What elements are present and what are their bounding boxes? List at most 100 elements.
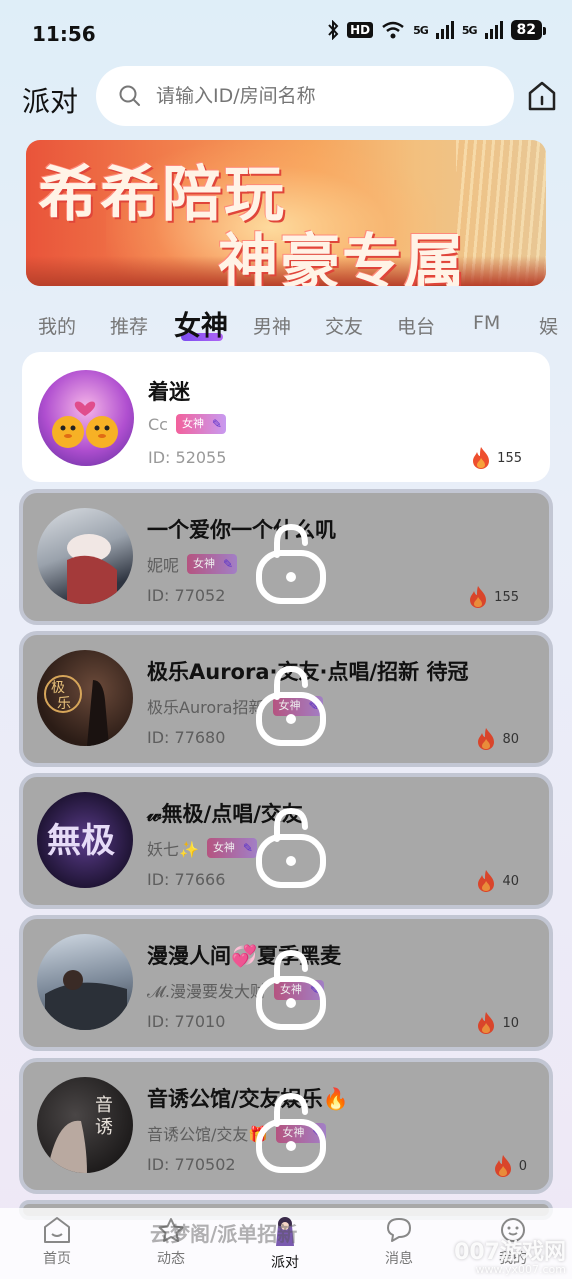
room-id: ID: 77010 — [147, 1012, 226, 1031]
girl-photo-image — [67, 534, 117, 604]
page-title: 派对 — [22, 85, 79, 118]
flame-icon — [473, 447, 490, 469]
heat-count: 0 — [518, 1158, 527, 1174]
watermark: 007游戏网 www.yx007.com — [454, 1240, 566, 1276]
nav-label: 动态 — [157, 1251, 185, 1267]
room-heat: 0 — [493, 1154, 527, 1178]
home-icon — [44, 1217, 70, 1243]
goddess-badge: 女神 — [187, 554, 238, 574]
tab-radio[interactable]: 电台 — [397, 312, 435, 339]
room-card-locked[interactable]: 极乐 极乐Aurora·交友·点唱/招新 待冠 极乐Aurora招新 女神 ID… — [19, 631, 553, 767]
goddess-badge: 女神 — [206, 838, 257, 858]
promo-banner[interactable]: 希希陪玩 神豪专属 — [26, 140, 546, 286]
room-card-locked[interactable]: 音诱 音诱公馆/交友娱乐🔥 音诱公馆/交友🎁 女神 ID: 770502 0 — [19, 1058, 553, 1194]
flame-icon — [478, 728, 495, 750]
room-id: ID: 77052 — [147, 586, 226, 605]
tab-friends[interactable]: 交友 — [325, 312, 363, 339]
room-host: Cc 女神 — [148, 414, 226, 434]
nav-label: 消息 — [385, 1251, 413, 1267]
tab-god[interactable]: 男神 — [253, 312, 291, 339]
status-icons: HD 5G 5G 82 — [327, 20, 547, 40]
status-bar: 11:56 HD 5G 5G 82 — [0, 0, 572, 66]
heat-count: 10 — [502, 1015, 519, 1031]
status-time: 11:56 — [32, 22, 96, 46]
tab-entertainment[interactable]: 娱 — [539, 312, 558, 339]
flame-icon — [478, 1012, 495, 1034]
tab-goddess[interactable]: 女神 — [174, 304, 228, 343]
signal-icon-2 — [484, 21, 503, 39]
watermark-sub: www.yx007.com — [475, 1263, 566, 1276]
room-id: ID: 77680 — [147, 728, 226, 747]
svg-text:乐: 乐 — [57, 696, 71, 712]
room-host-name: 妖七✨ — [147, 840, 199, 859]
search-box[interactable] — [96, 66, 514, 126]
room-avatar — [38, 370, 134, 466]
lock-icon — [256, 807, 326, 888]
goddess-badge: 女神 — [175, 414, 226, 434]
room-host-name: Cc — [148, 414, 168, 434]
flame-icon — [494, 1155, 511, 1177]
lock-icon — [256, 949, 326, 1030]
room-id: ID: 77666 — [147, 870, 226, 889]
room-heat: 40 — [476, 869, 519, 893]
wuji-logo-image: 無极 — [47, 821, 115, 861]
signal-icon — [435, 21, 454, 39]
lock-icon — [256, 665, 326, 746]
room-heat: 10 — [476, 1011, 519, 1035]
room-avatar: 音诱 — [37, 1077, 133, 1173]
nav-messages[interactable]: 消息 — [364, 1216, 434, 1268]
battery-level: 82 — [510, 20, 547, 40]
aurora-logo-image: 极乐 — [44, 675, 109, 746]
header: 派对 — [0, 66, 572, 130]
tab-mine[interactable]: 我的 — [38, 312, 76, 339]
room-heat: 155 — [471, 446, 522, 470]
room-card[interactable]: 着迷 Cc 女神 ID: 52055 155 — [22, 352, 550, 482]
room-avatar — [37, 934, 133, 1030]
room-title-partial: 云梦阁/派单招新 — [150, 1222, 298, 1246]
room-id: ID: 52055 — [148, 448, 227, 467]
category-tabs: 我的 推荐 女神 男神 交友 电台 FM 娱 — [0, 298, 572, 348]
banner-subheadline: 神豪专属 — [218, 228, 466, 286]
room-host-name: 𝓜.漫漫要发大财 — [147, 982, 267, 1001]
room-card-locked[interactable]: 一个爱你一个什么叽 妮呢 女神 ID: 77052 155 — [19, 489, 553, 625]
room-avatar: 极乐 — [37, 650, 133, 746]
svg-text:無极: 無极 — [47, 821, 115, 861]
room-id: ID: 770502 — [147, 1155, 236, 1174]
network-label-1: 5G — [413, 23, 429, 37]
room-host: 妮呢 女神 — [147, 552, 238, 576]
message-icon — [387, 1218, 411, 1242]
room-host-name: 音诱公馆/交友🎁 — [147, 1125, 269, 1144]
car-girl-photo-image — [45, 970, 127, 1030]
bluetooth-icon — [328, 20, 339, 40]
svg-text:音: 音 — [95, 1095, 113, 1116]
heat-count: 40 — [502, 873, 519, 889]
svg-text:诱: 诱 — [95, 1117, 113, 1138]
lock-icon — [256, 1092, 326, 1173]
nav-home[interactable]: 首页 — [22, 1216, 92, 1268]
room-avatar — [37, 508, 133, 604]
hd-badge: HD — [347, 22, 374, 38]
svg-text:极: 极 — [51, 680, 65, 696]
flame-icon — [478, 870, 495, 892]
tab-fm[interactable]: FM — [473, 312, 500, 334]
room-heat: 80 — [476, 727, 519, 751]
heat-count: 155 — [497, 450, 522, 466]
lock-icon — [256, 523, 326, 604]
room-title: 着迷 — [148, 380, 190, 404]
room-card-locked[interactable]: 漫漫人间💞夏季黑麦 𝓜.漫漫要发大财 女神 ID: 77010 10 — [19, 915, 553, 1051]
watermark-main: 007游戏网 — [454, 1240, 566, 1265]
tab-recommended[interactable]: 推荐 — [110, 312, 148, 339]
room-card-locked[interactable]: 無极 𝓌無极/点唱/交友 妖七✨ 女神 ID: 77666 40 — [19, 773, 553, 909]
room-host: 妖七✨ 女神 — [147, 836, 257, 860]
search-icon — [119, 85, 140, 106]
duck-pair-image — [52, 401, 118, 448]
nav-label: 首页 — [43, 1251, 71, 1267]
network-label-2: 5G — [461, 23, 478, 37]
wifi-icon — [382, 21, 404, 39]
room-host-name: 妮呢 — [147, 556, 180, 575]
home-icon[interactable] — [526, 80, 558, 112]
search-input[interactable] — [156, 66, 496, 126]
room-heat: 155 — [468, 585, 519, 609]
flame-icon — [470, 586, 487, 608]
nav-label: 派对 — [271, 1255, 299, 1271]
